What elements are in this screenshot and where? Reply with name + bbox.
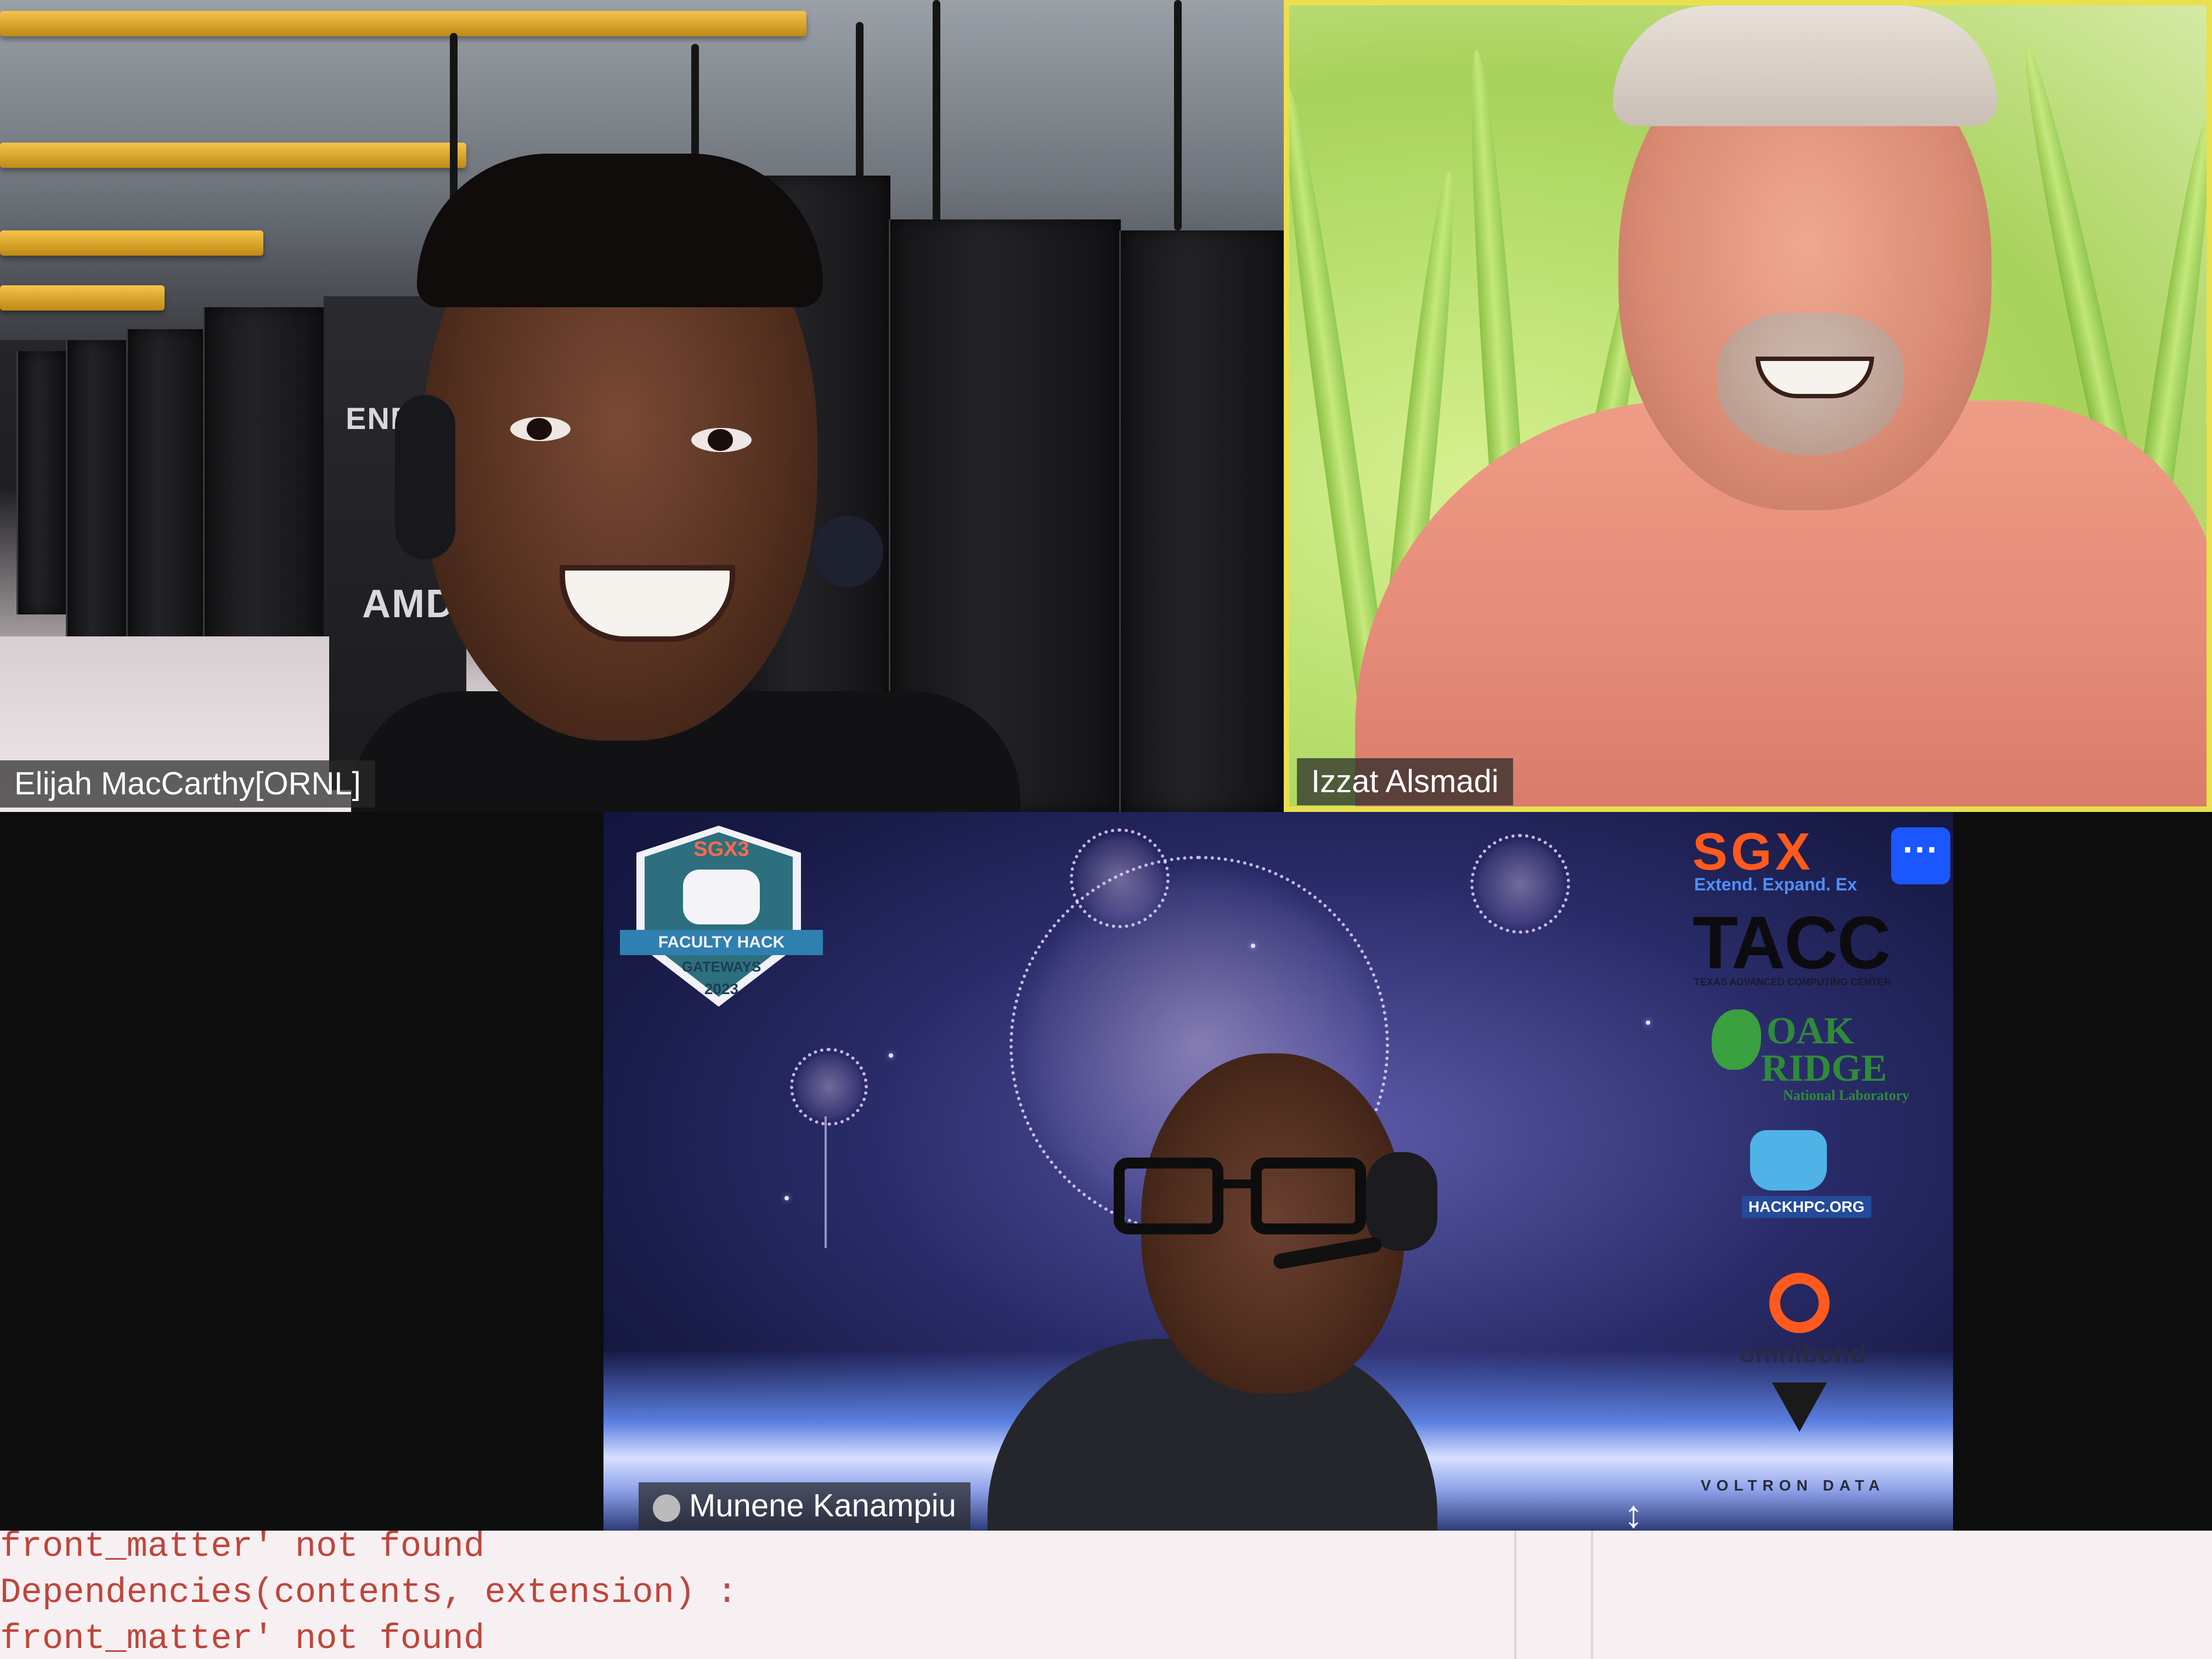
badge-top-text: SGX3 bbox=[693, 838, 749, 861]
oak-ridge-subtitle: National Laboratory bbox=[1783, 1087, 1910, 1103]
ceiling-beam bbox=[0, 285, 165, 311]
participant-elijah-hair bbox=[417, 154, 823, 307]
video-tile-munene[interactable]: SGX3 FACULTY HACK GATEWAYS 2023 SGX Exte… bbox=[603, 812, 1953, 1531]
dandelion bbox=[1070, 828, 1170, 928]
participant-name-label: Munene Kanampiu bbox=[639, 1482, 970, 1530]
faculty-hack-badge: SGX3 FACULTY HACK GATEWAYS 2023 bbox=[614, 826, 828, 1034]
omnibond-logo: omnibond bbox=[1739, 1339, 1866, 1368]
tacc-subtitle: TEXAS ADVANCED COMPUTING CENTER bbox=[1694, 977, 1892, 988]
terminal-line: front_matter' not found bbox=[0, 1620, 485, 1659]
cable bbox=[1174, 0, 1182, 230]
tacc-logo: TACC bbox=[1692, 901, 1891, 984]
dandelion bbox=[790, 1048, 868, 1126]
empty-gallery-area-right bbox=[1953, 812, 2212, 1531]
terminal-divider bbox=[1591, 1531, 1593, 1659]
terminal-output: front_matter' not found Dependencies(con… bbox=[0, 1531, 2212, 1659]
badge-year-text: 2023 bbox=[704, 980, 739, 997]
participant-izzat-hair bbox=[1613, 5, 1997, 126]
star bbox=[1646, 1020, 1650, 1025]
ceiling-beam bbox=[0, 11, 806, 36]
terminal-line: front_matter' not found bbox=[0, 1531, 485, 1567]
server-rack bbox=[66, 340, 128, 647]
terminal-divider bbox=[1514, 1531, 1516, 1659]
empty-gallery-area-left bbox=[0, 812, 603, 1531]
sgx-tagline: Extend. Expand. Ex bbox=[1694, 874, 1857, 894]
headset-icon bbox=[1366, 1152, 1437, 1251]
headset-mic-icon bbox=[812, 516, 883, 587]
ceiling-beam bbox=[0, 143, 466, 168]
profile-icon bbox=[653, 1494, 680, 1522]
elijah-pupil-left bbox=[527, 418, 552, 440]
oak-leaf-icon bbox=[1712, 1009, 1761, 1070]
more-options-button[interactable]: ··· bbox=[1891, 827, 1950, 884]
voltron-icon bbox=[1772, 1383, 1827, 1432]
ceiling-beam bbox=[0, 230, 263, 256]
glasses-icon bbox=[1114, 1158, 1372, 1234]
server-rack bbox=[16, 351, 67, 614]
terminal-line: Dependencies(contents, extension) : bbox=[0, 1573, 738, 1613]
video-tile-elijah[interactable]: ENER AMD Elijah MacCarthy[ORNL] bbox=[0, 0, 1284, 812]
badge-ribbon-text: FACULTY HACK bbox=[620, 930, 823, 955]
cable bbox=[933, 0, 940, 230]
participant-name-label: Izzat Alsmadi bbox=[1297, 758, 1513, 805]
badge-illustration bbox=[683, 870, 760, 924]
hackhpc-icon bbox=[1750, 1130, 1827, 1190]
omnibond-icon bbox=[1769, 1273, 1830, 1333]
oak-ridge-logo-ridge: RIDGE bbox=[1761, 1047, 1887, 1090]
dandelion-stem bbox=[825, 1116, 827, 1248]
star bbox=[889, 1053, 893, 1058]
dandelion bbox=[1470, 834, 1570, 934]
participant-name-text: Munene Kanampiu bbox=[689, 1488, 956, 1523]
participant-name-label: Elijah MacCarthy[ORNL] bbox=[0, 760, 375, 808]
star bbox=[785, 1196, 789, 1200]
voltron-data-logo: VOLTRON DATA bbox=[1701, 1477, 1886, 1494]
video-tile-izzat[interactable]: Izzat Alsmadi bbox=[1284, 0, 2212, 812]
resize-handle-icon[interactable]: ↕ bbox=[1624, 1492, 1643, 1531]
badge-sub-text: GATEWAYS bbox=[681, 958, 761, 975]
server-rack bbox=[1119, 230, 1284, 812]
headset-icon bbox=[395, 395, 455, 560]
sgx-logo: SGX bbox=[1692, 822, 1814, 881]
elijah-pupil-right bbox=[708, 429, 733, 451]
hackhpc-logo: HACKHPC.ORG bbox=[1742, 1196, 1871, 1218]
